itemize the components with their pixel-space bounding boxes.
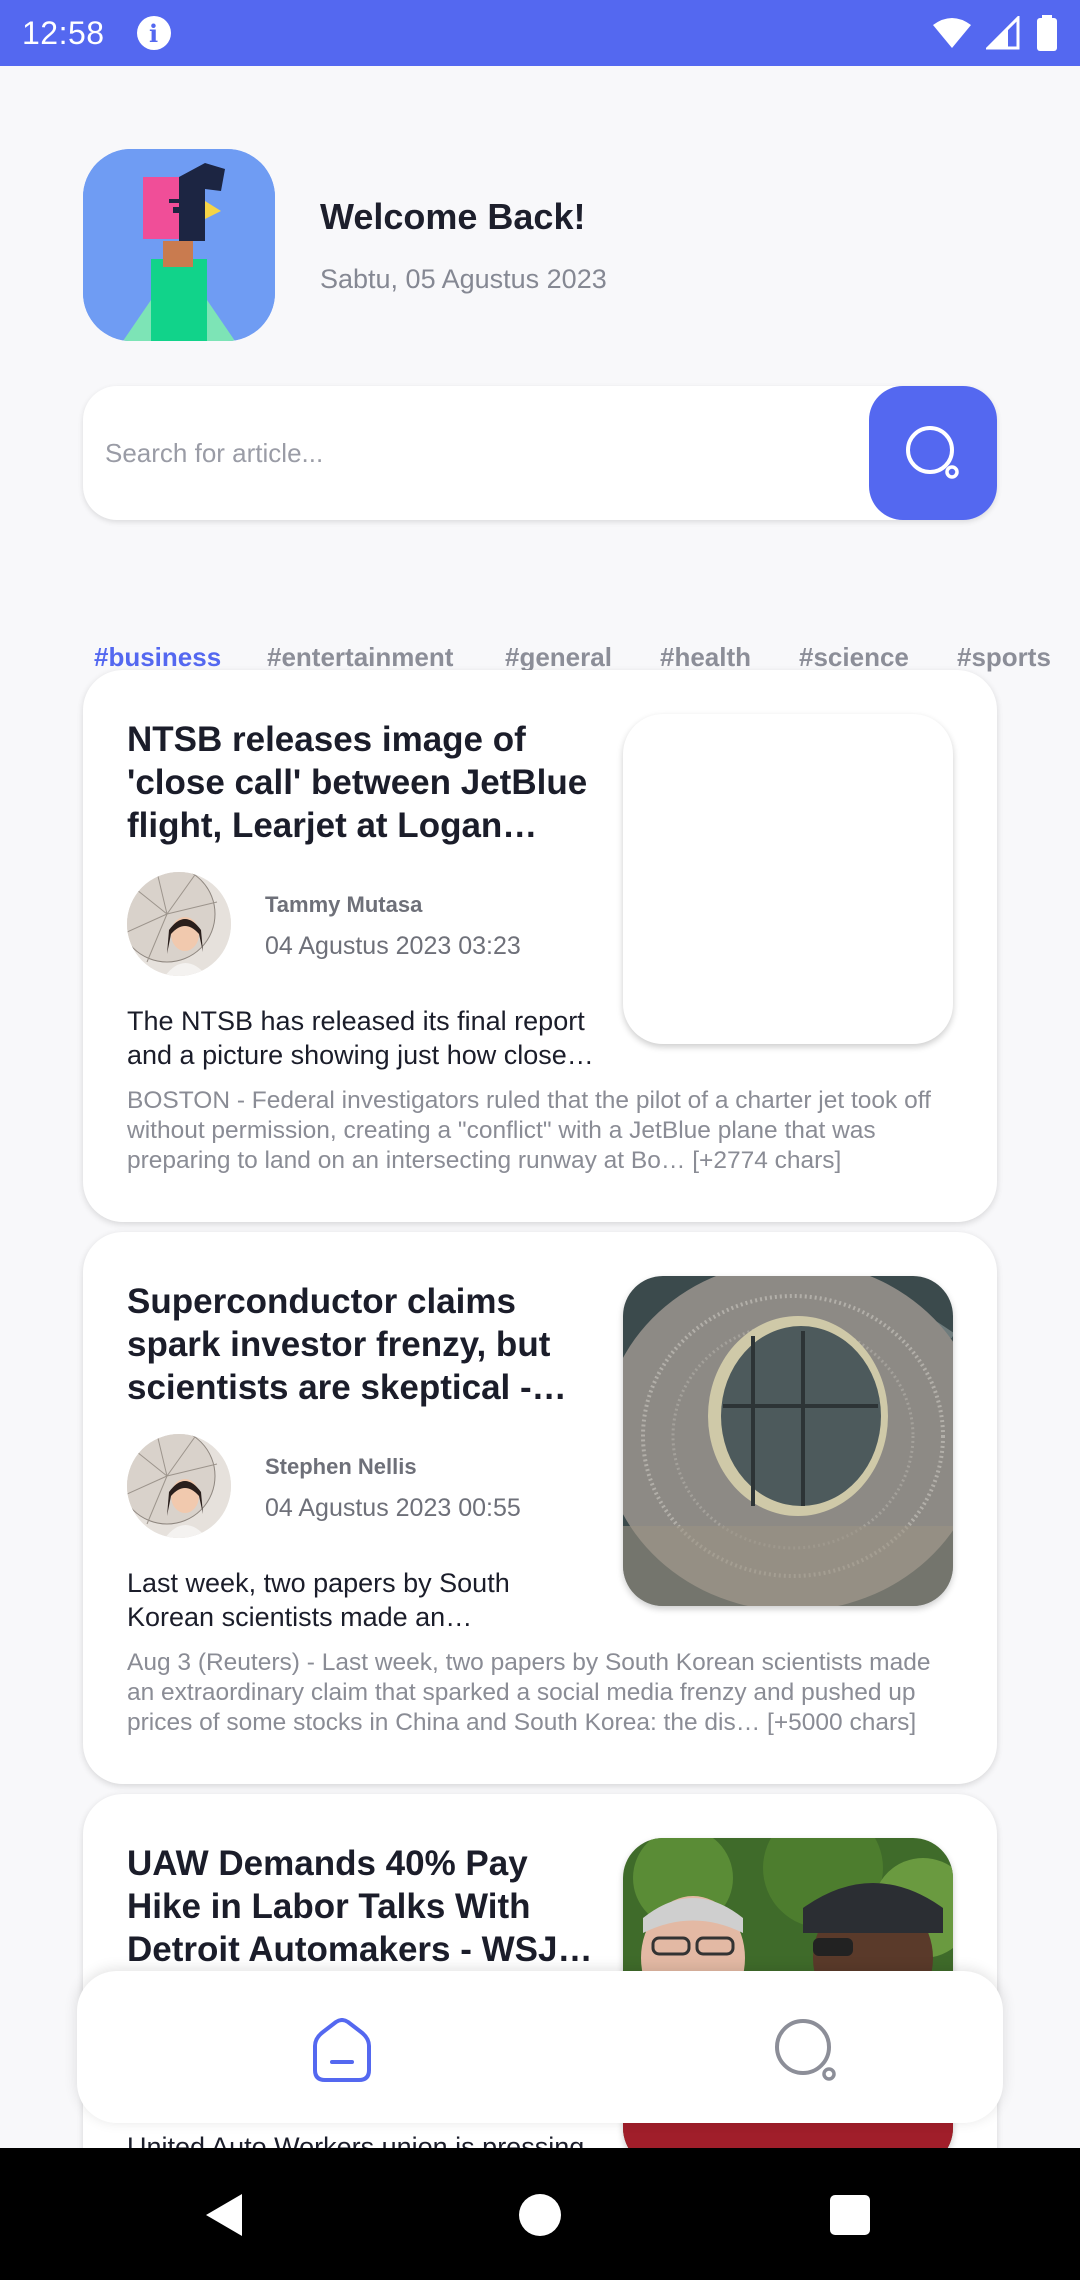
- profile-avatar[interactable]: [83, 149, 275, 341]
- battery-icon: [1037, 15, 1057, 51]
- author-avatar: [127, 1434, 231, 1538]
- article-card[interactable]: NTSB releases image of 'close call' betw…: [83, 670, 997, 1222]
- tag-general[interactable]: #general: [505, 642, 612, 673]
- status-bar: 12:58 i: [0, 0, 1080, 66]
- article-content: Aug 3 (Reuters) - Last week, two papers …: [127, 1649, 931, 1736]
- system-navigation-bar: [0, 2148, 1080, 2280]
- home-icon: [313, 2018, 371, 2082]
- article-image: [623, 1276, 953, 1606]
- status-time: 12:58: [22, 14, 105, 51]
- search-icon: [906, 426, 959, 479]
- search-button[interactable]: [869, 386, 997, 520]
- info-icon: i: [136, 16, 171, 50]
- publish-date: 04 Agustus 2023 03:23: [265, 932, 521, 960]
- tag-sports[interactable]: #sports: [957, 642, 1051, 673]
- recents-icon[interactable]: [830, 2195, 870, 2235]
- article-title: Superconductor claims spark investor fre…: [127, 1282, 551, 1407]
- signal-icon: [986, 16, 1020, 50]
- bottom-navigation: [77, 1971, 1003, 2123]
- current-date: Sabtu, 05 Agustus 2023: [320, 264, 607, 294]
- search-bar: [83, 386, 997, 520]
- tag-health[interactable]: #health: [660, 642, 751, 673]
- back-icon[interactable]: [200, 2190, 250, 2240]
- main-content[interactable]: Welcome Back! Sabtu, 05 Agustus 2023 #bu…: [0, 66, 1080, 2148]
- search-icon: [775, 2019, 836, 2081]
- publish-date: 04 Agustus 2023 00:55: [265, 1494, 521, 1522]
- article-description: The NTSB has released its final report a…: [127, 1006, 585, 1070]
- article-title: NTSB releases image of 'close call' betw…: [127, 720, 588, 845]
- tag-science[interactable]: #science: [799, 642, 909, 673]
- article-image: [623, 714, 953, 1044]
- nav-search-button[interactable]: [767, 2011, 847, 2091]
- status-icons: [932, 15, 1058, 51]
- home-circle-icon[interactable]: [519, 2194, 561, 2236]
- article-card[interactable]: Superconductor claims spark investor fre…: [83, 1232, 997, 1784]
- author-avatar: [127, 872, 231, 976]
- welcome-title: Welcome Back!: [320, 196, 586, 237]
- author-name: Tammy Mutasa: [265, 892, 423, 917]
- article-title: UAW Demands 40% Pay Hike in Labor Talks …: [127, 1844, 579, 1969]
- wifi-icon: [933, 18, 971, 48]
- tag-business[interactable]: #business: [94, 642, 221, 673]
- nav-home-button[interactable]: [302, 2011, 382, 2091]
- tag-entertainment[interactable]: #entertainment: [267, 642, 453, 673]
- search-input[interactable]: [105, 386, 925, 520]
- author-name: Stephen Nellis: [265, 1454, 417, 1479]
- article-description: United Auto Workers union is pressing: [127, 2132, 585, 2148]
- article-description: Last week, two papers by South Korean sc…: [127, 1568, 510, 1632]
- article-content: BOSTON - Federal investigators ruled tha…: [127, 1087, 931, 1174]
